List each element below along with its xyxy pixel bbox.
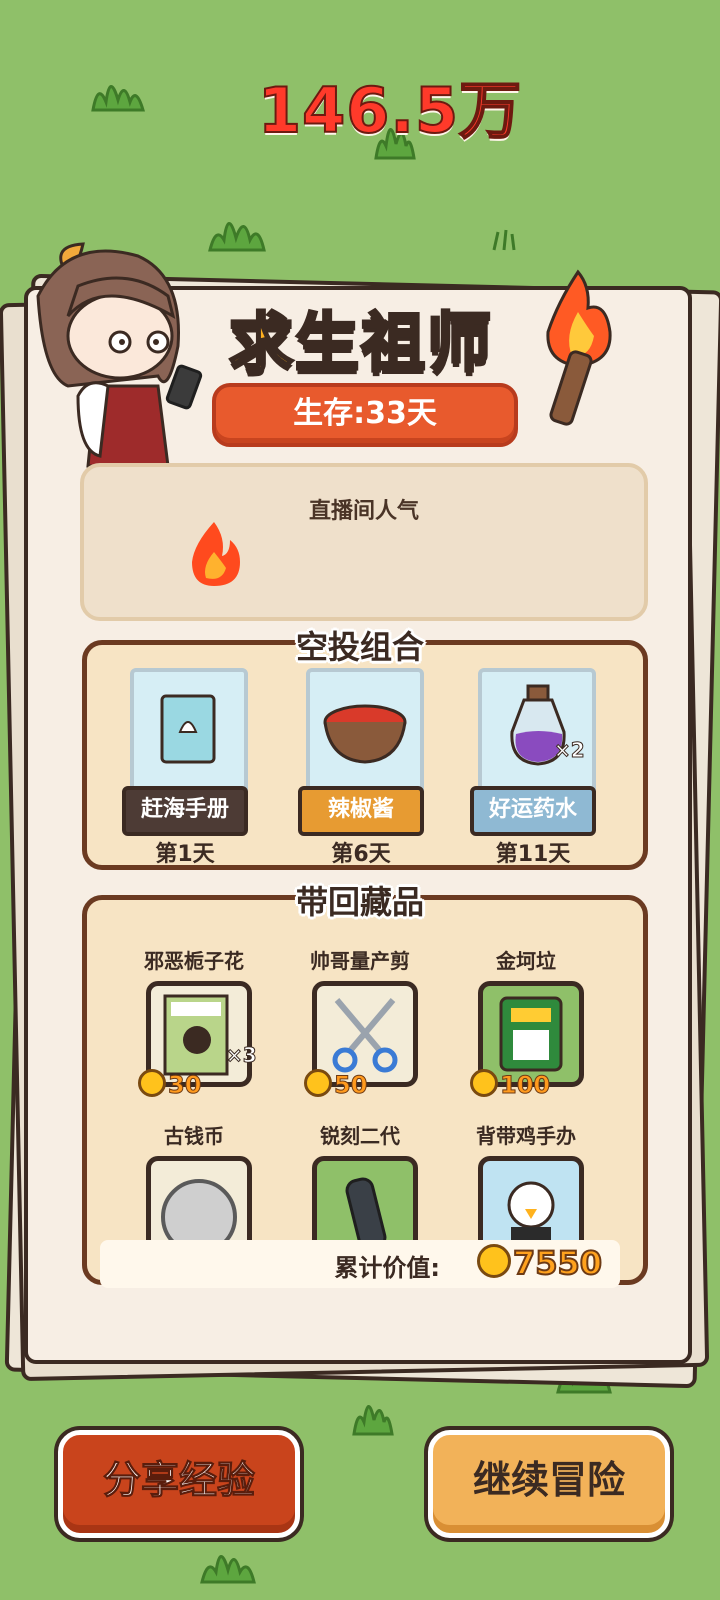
- airdrop-item-name: 辣椒酱: [298, 786, 424, 836]
- continue-adventure-button[interactable]: 继续冒险: [428, 1430, 670, 1538]
- torch-icon: [546, 269, 612, 426]
- book-portrait-icon: [163, 994, 229, 1076]
- airdrop-section-title: 空投组合: [295, 628, 424, 666]
- collection-item-count: ×3: [226, 1043, 258, 1068]
- chili-sauce-bowl-icon: [323, 704, 407, 764]
- collection-item-price: 50: [304, 1069, 368, 1100]
- collection-item-name: 邪恶栀子花: [144, 949, 244, 973]
- grass-decoration: [200, 1555, 256, 1584]
- fire-icon: [192, 522, 240, 586]
- shell-book-icon: [160, 694, 216, 764]
- total-value: 7550: [476, 1243, 603, 1283]
- total-value-label: 累计价值:: [334, 1254, 440, 1282]
- grass-decoration: [352, 1405, 394, 1436]
- scissors-icon: [332, 998, 398, 1073]
- potion-bottle-icon: [510, 684, 566, 766]
- airdrop-item-day: 第11天: [495, 842, 571, 867]
- gold-coin-icon: [476, 1244, 511, 1278]
- collection-item-name: 锐刻二代: [320, 1124, 400, 1148]
- collection-item-name: 背带鸡手办: [476, 1124, 576, 1148]
- collection-item-price: 100: [470, 1069, 551, 1100]
- share-experience-button[interactable]: 分享经验: [58, 1430, 300, 1538]
- popularity-label: 直播间人气: [308, 499, 419, 524]
- collection-item-name: 金坷垃: [496, 949, 556, 973]
- fertilizer-bag-icon: [499, 996, 563, 1072]
- airdrop-item-name: 好运药水: [470, 786, 596, 836]
- grass-decoration: [492, 229, 516, 251]
- collection-item-name: 古钱币: [164, 1124, 224, 1148]
- popularity-panel: 直播间人气: [80, 463, 648, 621]
- airdrop-item-count: ×2: [554, 738, 586, 763]
- collection-item-name: 帅哥量产剪: [310, 949, 410, 973]
- popularity-value: 146.5万: [257, 73, 523, 148]
- grass-decoration: [91, 85, 146, 112]
- total-value-bar: 累计价值: 7550: [100, 1240, 620, 1288]
- airdrop-item-name: 赶海手册: [122, 786, 248, 836]
- collection-item-price: 30: [138, 1069, 202, 1100]
- airdrop-item-day: 第6天: [331, 842, 391, 867]
- survival-days-banner: 生存:33天: [212, 383, 518, 447]
- gold-coin-icon: [470, 1069, 498, 1097]
- page-title: 求生祖师: [228, 306, 493, 383]
- gold-coin-icon: [138, 1069, 166, 1097]
- gold-coin-icon: [304, 1069, 332, 1097]
- collection-section-title: 带回藏品: [295, 883, 424, 921]
- airdrop-item-day: 第1天: [155, 842, 215, 867]
